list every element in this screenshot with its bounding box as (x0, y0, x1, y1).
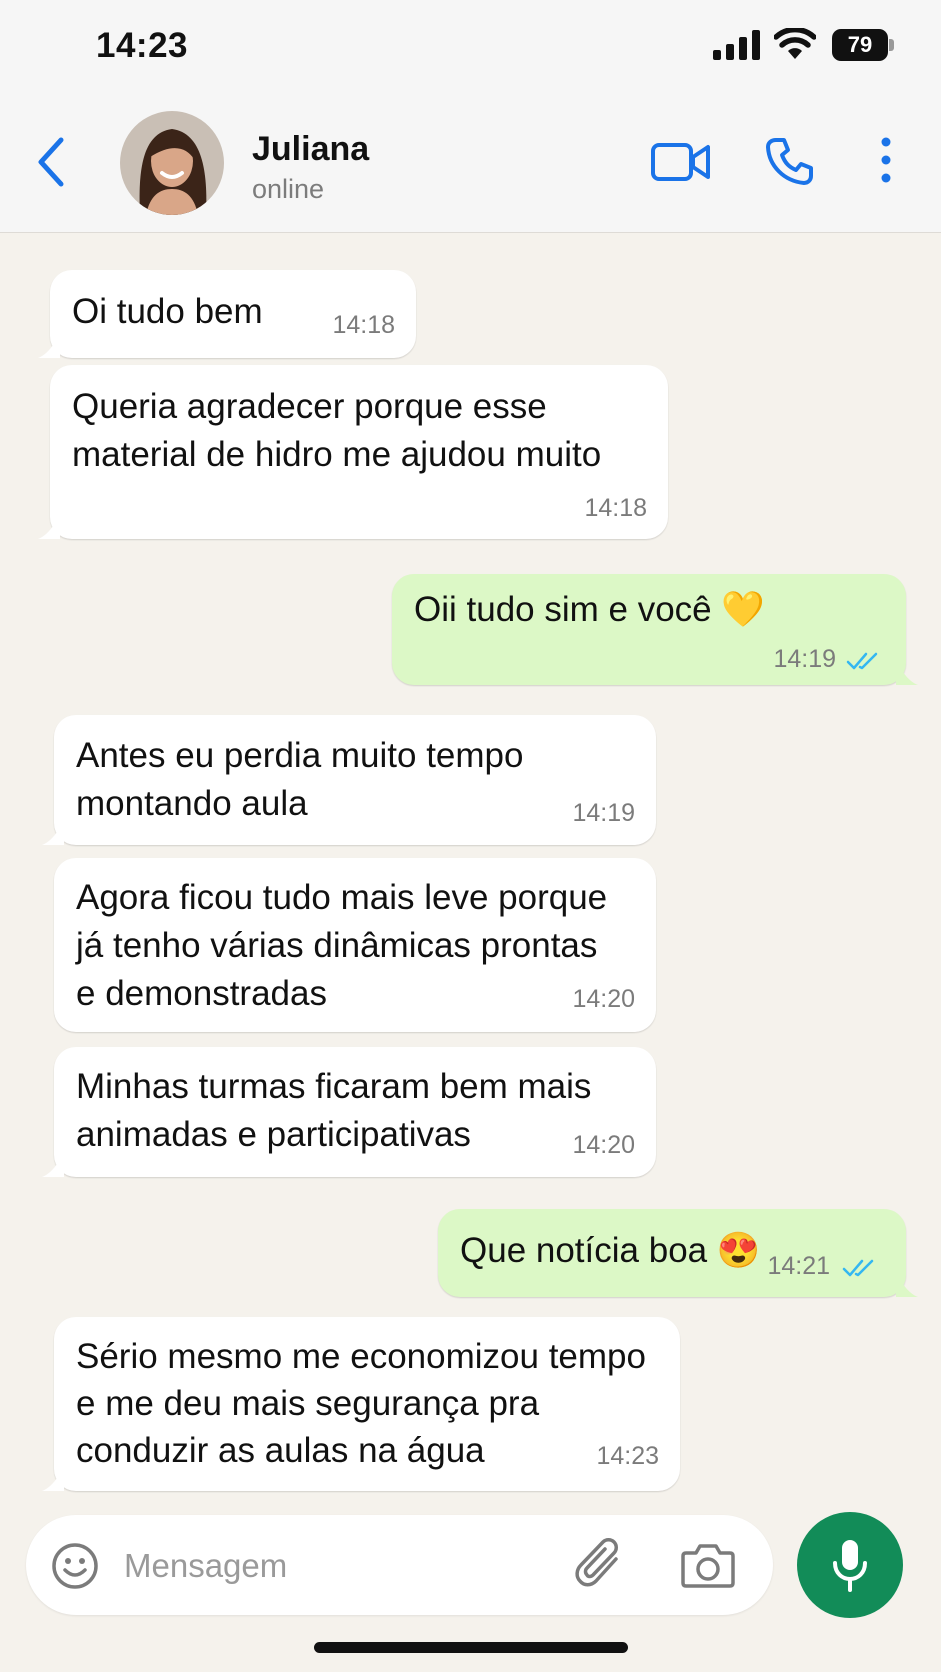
bubble-tail (42, 1155, 64, 1177)
read-receipt-icon (846, 652, 878, 670)
video-call-icon[interactable] (650, 140, 712, 184)
message-text: e demonstradas (76, 974, 327, 1013)
message-text: Oii tudo sim e você 💛 (414, 590, 765, 629)
chevron-left-icon[interactable] (34, 136, 68, 188)
battery-level: 79 (832, 29, 888, 61)
message-bubble-incoming[interactable]: Antes eu perdia muito tempo montando aul… (42, 715, 656, 845)
battery-indicator: 79 (832, 29, 894, 61)
bubble-tail (896, 1275, 918, 1297)
contact-name[interactable]: Juliana (252, 130, 369, 169)
message-time: 14:18 (584, 494, 647, 522)
avatar[interactable] (120, 111, 224, 215)
message-text: e me deu mais segurança pra (76, 1384, 540, 1423)
message-bubble-incoming[interactable]: Sério mesmo me economizou tempo e me deu… (42, 1317, 680, 1491)
more-options-icon[interactable] (875, 134, 897, 186)
message-text: Agora ficou tudo mais leve porque (76, 878, 608, 917)
message-time: 14:20 (572, 985, 635, 1013)
emoji-icon[interactable] (50, 1541, 100, 1591)
message-text: animadas e participativas (76, 1115, 471, 1154)
message-time: 14:20 (572, 1131, 635, 1159)
bubble-tail (42, 1469, 64, 1491)
message-time: 14:19 (773, 645, 836, 673)
cellular-signal-icon (713, 30, 760, 60)
message-time: 14:18 (332, 311, 395, 339)
message-bubble-outgoing[interactable]: Que notícia boa 😍 14:21 (438, 1209, 918, 1297)
contact-status: online (252, 174, 325, 204)
message-text: conduzir as aulas na água (76, 1431, 485, 1470)
message-input[interactable] (124, 1536, 554, 1596)
avatar-photo (120, 111, 224, 215)
bubble-tail (896, 663, 918, 685)
voice-message-button[interactable] (797, 1512, 903, 1618)
read-receipt-icon (842, 1259, 874, 1277)
message-text: Que notícia boa 😍 (460, 1231, 761, 1270)
bubble-tail (42, 823, 64, 845)
microphone-icon (833, 1540, 867, 1592)
battery-cap (889, 39, 894, 51)
message-text: Queria agradecer porque esse (72, 387, 547, 426)
message-text: já tenho várias dinâmicas prontas (76, 926, 598, 965)
message-bubble-incoming[interactable]: Agora ficou tudo mais leve porque já ten… (54, 858, 656, 1032)
message-text: montando aula (76, 784, 308, 823)
message-time: 14:23 (596, 1442, 659, 1470)
chat-area[interactable]: Oi tudo bem 14:18 Queria agradecer porqu… (0, 234, 941, 1514)
camera-icon[interactable] (680, 1541, 736, 1589)
bubble-tail (38, 336, 60, 358)
wifi-icon (774, 28, 816, 59)
chat-header: Juliana online (0, 92, 941, 233)
message-bubble-incoming[interactable]: Minhas turmas ficaram bem mais animadas … (42, 1047, 656, 1177)
message-text: Oi tudo bem (72, 292, 263, 331)
status-time: 14:23 (96, 26, 189, 65)
phone-icon[interactable] (764, 136, 814, 186)
message-time: 14:19 (572, 799, 635, 827)
message-text: material de hidro me ajudou muito (72, 435, 602, 474)
message-bubble-incoming[interactable]: Oi tudo bem 14:18 (38, 270, 416, 358)
message-text: Antes eu perdia muito tempo (76, 736, 524, 775)
message-bubble-outgoing[interactable]: Oii tudo sim e você 💛 14:19 (392, 574, 918, 685)
message-text: Minhas turmas ficaram bem mais (76, 1067, 592, 1106)
paperclip-icon[interactable] (572, 1535, 626, 1595)
message-time: 14:21 (767, 1252, 830, 1280)
home-indicator[interactable] (314, 1642, 628, 1653)
message-bubble-incoming[interactable]: Queria agradecer porque esse material de… (38, 365, 668, 539)
status-bar: 14:23 79 (0, 0, 941, 92)
message-text: Sério mesmo me economizou tempo (76, 1337, 646, 1376)
bubble-tail (38, 517, 60, 539)
